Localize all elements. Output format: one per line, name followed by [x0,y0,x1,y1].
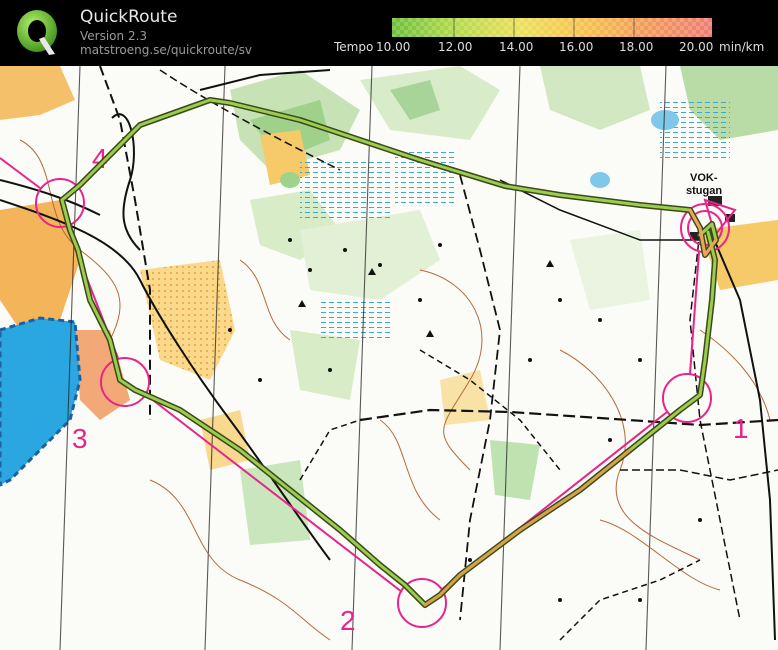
tempo-color-legend [392,18,712,37]
header-bar: QuickRoute Version 2.3 matstroeng.se/qui… [0,0,778,66]
orienteering-map[interactable]: 1 2 3 4 VOK- stugan [0,66,778,650]
quickroute-logo-icon [17,10,57,55]
app-url: matstroeng.se/quickroute/sv [80,43,253,57]
tempo-label: Tempo [334,40,374,54]
control-number-1: 1 [733,413,749,444]
tempo-tick: 18.00 [619,40,654,54]
tempo-tick: 14.00 [499,40,534,54]
tempo-tick: 16.00 [559,40,594,54]
tempo-tick: 20.00 [679,40,714,54]
place-label: VOK- stugan [686,172,722,197]
app-title: QuickRoute [80,7,178,27]
tempo-unit: min/km [719,40,765,54]
control-number-3: 3 [72,423,88,454]
tempo-tick: 12.00 [438,40,473,54]
app-version: Version 2.3 [80,29,148,43]
place-label-line2: stugan [686,185,722,197]
place-label-line1: VOK- [690,172,718,184]
control-number-2: 2 [340,605,356,636]
tempo-tick: 10.00 [376,40,411,54]
